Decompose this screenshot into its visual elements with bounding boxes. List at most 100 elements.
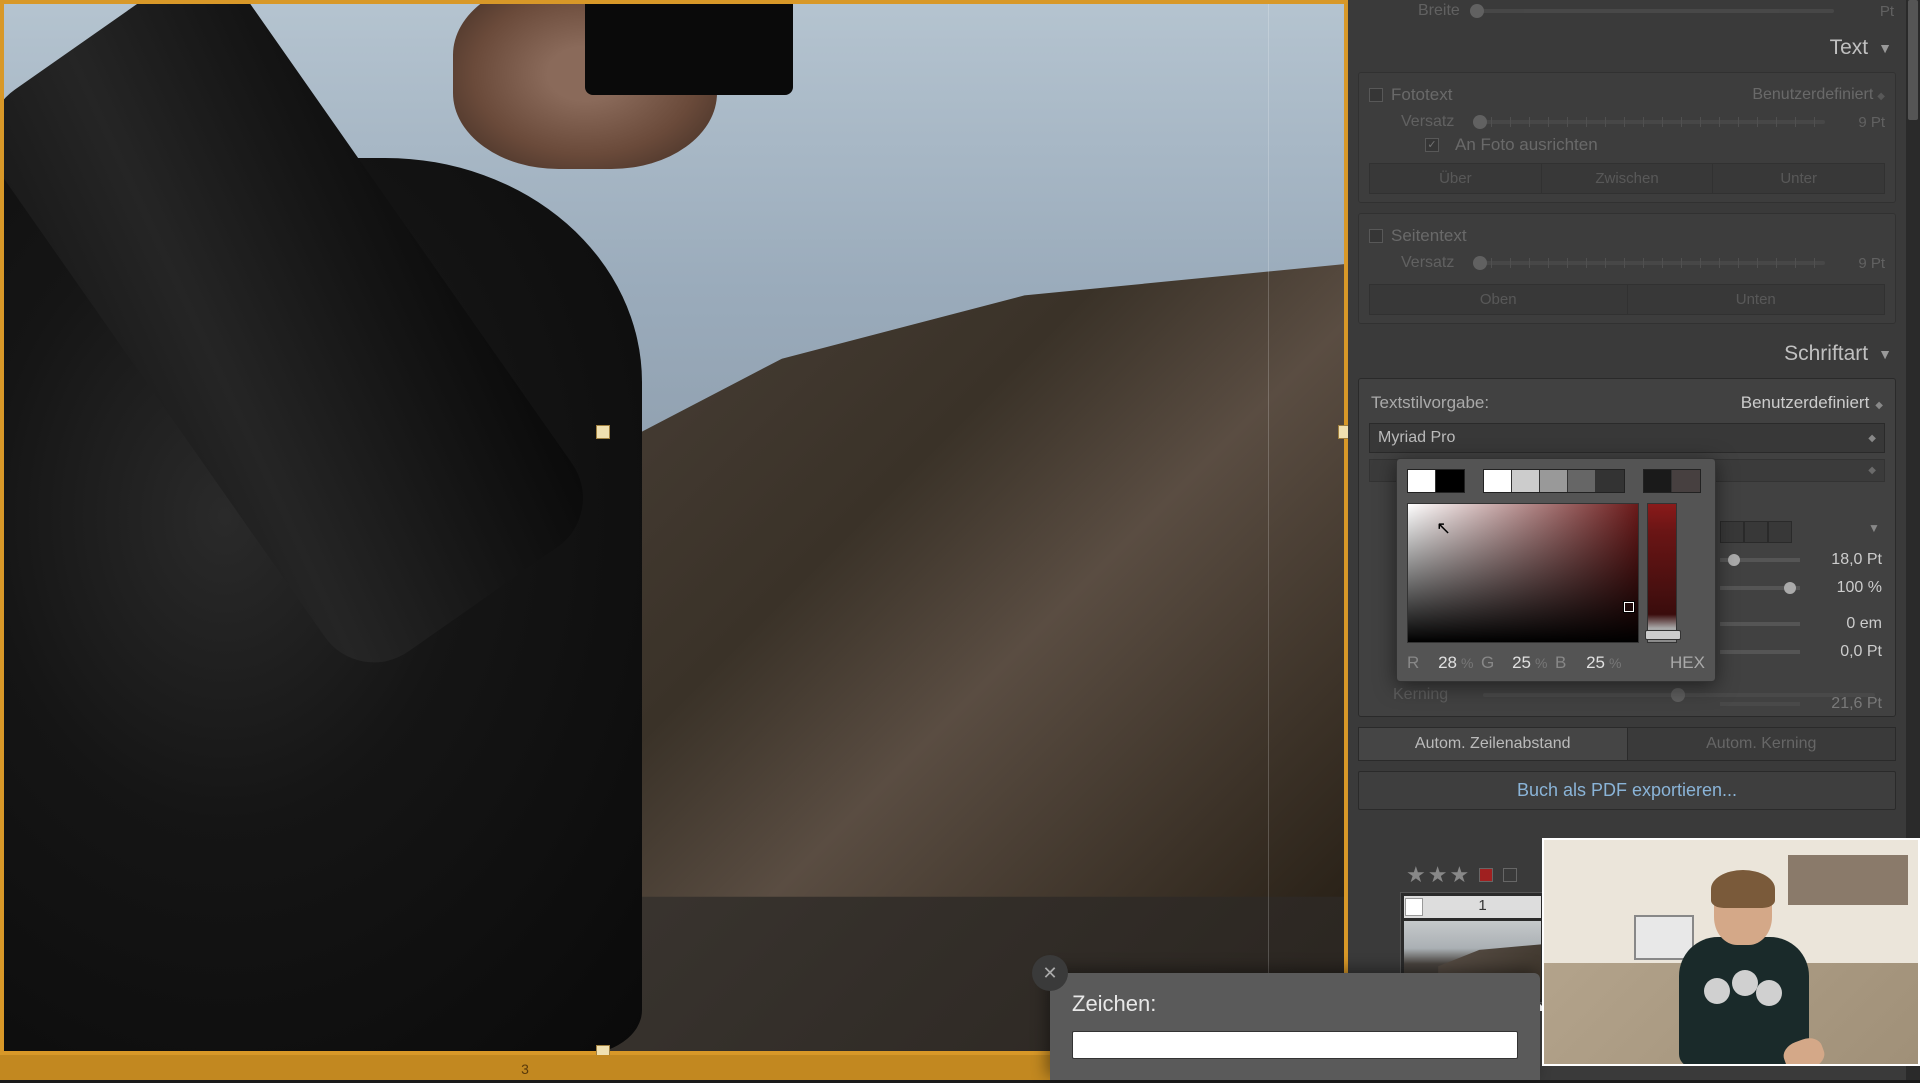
export-pdf-button[interactable]: Buch als PDF exportieren... xyxy=(1358,771,1896,810)
selection-handle-bottom[interactable] xyxy=(596,1045,610,1055)
fototext-versatz-slider[interactable] xyxy=(1473,120,1825,124)
character-popup-title: Zeichen: xyxy=(1050,973,1540,1027)
seitentext-versatz-label: Versatz xyxy=(1401,254,1463,272)
r-pct: % xyxy=(1461,655,1477,671)
font-metric-sliders: 18,0 Pt 100 % 0 em 0,0 Pt 21,6 Pt xyxy=(1720,518,1900,718)
b-label: B xyxy=(1555,653,1571,673)
hue-slider[interactable] xyxy=(1647,503,1677,643)
text-section-title: Text xyxy=(1830,36,1869,60)
dropdown-icon: ◆ xyxy=(1868,433,1876,444)
thumb-page-number: 1 xyxy=(1424,897,1541,917)
breite-value: Pt xyxy=(1844,3,1894,20)
fototext-pos-between[interactable]: Zwischen xyxy=(1542,163,1714,194)
sb-cursor[interactable] xyxy=(1624,602,1634,612)
saturation-brightness-field[interactable]: ↖ xyxy=(1407,503,1639,643)
swatch-gray-4[interactable] xyxy=(1568,470,1596,492)
baseline-value: 0,0 Pt xyxy=(1812,643,1882,661)
leading-slider[interactable] xyxy=(1720,702,1800,706)
auto-leading-button[interactable]: Autom. Zeilenabstand xyxy=(1358,727,1628,761)
font-size-slider[interactable] xyxy=(1720,558,1800,562)
character-input[interactable] xyxy=(1072,1031,1518,1059)
star-icon[interactable]: ★ xyxy=(1428,862,1448,888)
swatch-gray-5[interactable] xyxy=(1596,470,1624,492)
rgb-readout: R 28 % G 25 % B 25 % HEX xyxy=(1407,653,1705,673)
textstil-dropdown[interactable]: Benutzerdefiniert◆ xyxy=(1741,393,1883,413)
fototext-position-group: Über Zwischen Unter xyxy=(1369,163,1885,194)
b-pct: % xyxy=(1609,655,1625,671)
scrollbar-thumb[interactable] xyxy=(1908,0,1918,120)
star-icon[interactable]: ★ xyxy=(1449,862,1469,888)
close-button[interactable]: ✕ xyxy=(1032,955,1068,991)
font-size-value: 18,0 Pt xyxy=(1812,551,1882,569)
schriftart-section-header[interactable]: Schriftart ▼ xyxy=(1348,334,1906,374)
swatch-current-2[interactable] xyxy=(1672,470,1700,492)
thumb-checkbox[interactable] xyxy=(1405,898,1423,916)
dropdown-icon: ◆ xyxy=(1868,465,1876,476)
g-pct: % xyxy=(1535,655,1551,671)
breite-label: Breite xyxy=(1418,2,1460,20)
kerning-label: Kerning xyxy=(1393,686,1473,704)
hex-label[interactable]: HEX xyxy=(1670,653,1705,673)
collapse-icon: ▼ xyxy=(1878,40,1892,56)
g-value[interactable]: 25 xyxy=(1501,653,1531,673)
b-value[interactable]: 25 xyxy=(1575,653,1605,673)
fototext-checkbox[interactable] xyxy=(1369,88,1383,102)
collapse-icon: ▼ xyxy=(1878,346,1892,362)
tracking-slider[interactable] xyxy=(1720,622,1800,626)
color-label-empty[interactable] xyxy=(1503,868,1517,882)
g-label: G xyxy=(1481,653,1497,673)
auto-kerning-button[interactable]: Autom. Kerning xyxy=(1628,727,1897,761)
seitentext-versatz-slider[interactable] xyxy=(1473,261,1825,265)
color-swatch-row xyxy=(1407,469,1705,493)
cursor-icon: ↖ xyxy=(1436,518,1451,539)
align-to-photo-checkbox[interactable] xyxy=(1425,138,1439,152)
font-family-dropdown[interactable]: Myriad Pro ◆ xyxy=(1369,423,1885,453)
page-indicator-bar: 3 xyxy=(0,1055,1050,1080)
seitentext-pos-top[interactable]: Oben xyxy=(1369,284,1628,315)
seitentext-versatz-value: 9 Pt xyxy=(1835,255,1885,272)
seitentext-box: Seitentext Versatz 9 Pt Oben Unten xyxy=(1358,213,1896,324)
swatch-current-1[interactable] xyxy=(1644,470,1672,492)
star-icon[interactable]: ★ xyxy=(1406,862,1426,888)
selection-handle-right[interactable] xyxy=(1338,425,1348,439)
opacity-slider[interactable] xyxy=(1720,586,1800,590)
schriftart-section-title: Schriftart xyxy=(1784,342,1868,366)
r-value[interactable]: 28 xyxy=(1427,653,1457,673)
r-label: R xyxy=(1407,653,1423,673)
align-to-photo-label: An Foto ausrichten xyxy=(1455,135,1885,155)
fototext-versatz-value: 9 Pt xyxy=(1835,114,1885,131)
baseline-slider[interactable] xyxy=(1720,650,1800,654)
book-page-canvas[interactable] xyxy=(0,0,1348,1055)
photo-preview xyxy=(0,0,1348,1055)
opacity-value: 100 % xyxy=(1812,579,1882,597)
leading-value: 21,6 Pt xyxy=(1812,695,1882,713)
text-section-header[interactable]: Text ▼ xyxy=(1348,28,1906,68)
textstil-label: Textstilvorgabe: xyxy=(1371,393,1741,413)
breite-slider[interactable] xyxy=(1470,9,1834,13)
seitentext-pos-bottom[interactable]: Unten xyxy=(1628,284,1886,315)
hue-knob[interactable] xyxy=(1645,630,1681,640)
page-guide xyxy=(1268,0,1269,1055)
swatch-white[interactable] xyxy=(1408,470,1436,492)
fototext-preset-dropdown[interactable]: Benutzerdefiniert◆ xyxy=(1752,86,1885,104)
seitentext-position-group: Oben Unten xyxy=(1369,284,1885,315)
font-family-name: Myriad Pro xyxy=(1378,429,1868,447)
breite-row: Breite Pt xyxy=(1348,0,1906,28)
swatch-black[interactable] xyxy=(1436,470,1464,492)
seitentext-checkbox[interactable] xyxy=(1369,229,1383,243)
fototext-box: Fototext Benutzerdefiniert◆ Versatz 9 Pt… xyxy=(1358,72,1896,203)
fototext-label: Fototext xyxy=(1391,85,1752,105)
fototext-pos-over[interactable]: Über xyxy=(1369,163,1542,194)
color-label-red[interactable] xyxy=(1479,868,1493,882)
character-popup: ✕ Zeichen: xyxy=(1050,973,1540,1080)
tracking-value: 0 em xyxy=(1812,615,1882,633)
swatch-gray-3[interactable] xyxy=(1540,470,1568,492)
color-picker-popup: ↖ R 28 % G 25 % B 25 % HEX xyxy=(1396,458,1716,682)
close-icon: ✕ xyxy=(1042,963,1057,984)
selection-handle-left[interactable] xyxy=(596,425,610,439)
swatch-gray-2[interactable] xyxy=(1512,470,1540,492)
rating-row: ★ ★ ★ xyxy=(1400,860,1560,890)
swatch-gray-1[interactable] xyxy=(1484,470,1512,492)
fototext-pos-under[interactable]: Unter xyxy=(1713,163,1885,194)
auto-buttons-row: Autom. Zeilenabstand Autom. Kerning xyxy=(1358,727,1896,761)
